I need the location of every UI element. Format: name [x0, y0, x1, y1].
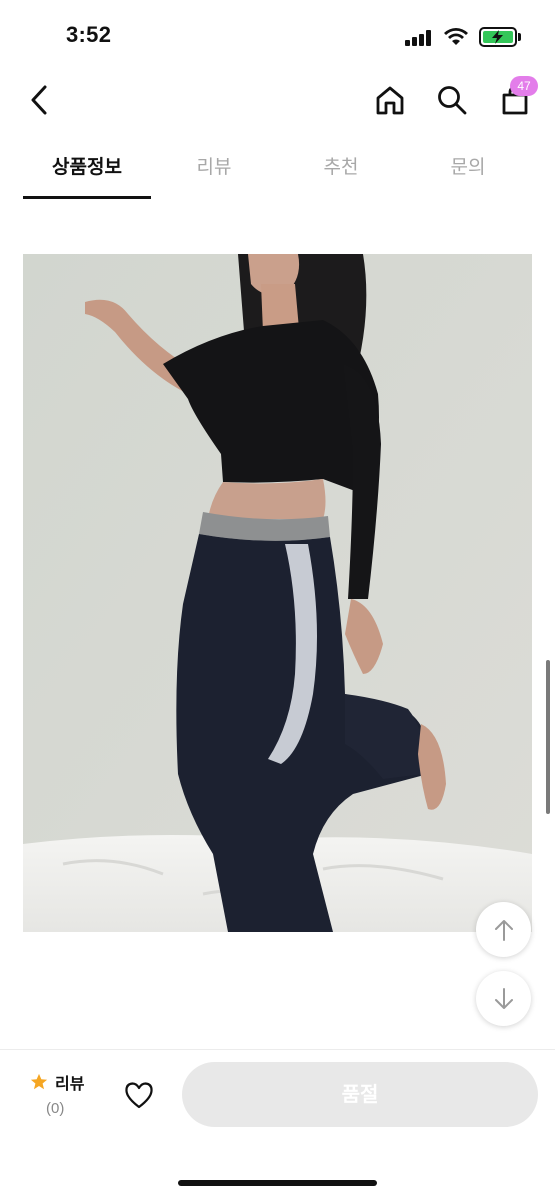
product-tabs: 상품정보 리뷰 추천 문의: [0, 140, 555, 200]
arrow-up-icon: [494, 919, 513, 941]
home-indicator[interactable]: [178, 1180, 377, 1186]
search-icon: [438, 86, 467, 115]
wishlist-button[interactable]: [120, 1076, 158, 1114]
arrow-down-icon: [494, 987, 513, 1009]
cellular-signal-icon: [405, 30, 433, 46]
battery-cap: [518, 33, 521, 41]
back-button[interactable]: [19, 80, 59, 120]
tab-recommend[interactable]: 추천: [277, 152, 405, 179]
page-scrollbar[interactable]: [546, 660, 550, 814]
battery-charging-icon: [479, 27, 517, 47]
soldout-button[interactable]: 품절: [182, 1062, 538, 1127]
back-chevron-icon: [31, 85, 47, 115]
home-button[interactable]: [370, 80, 410, 120]
tab-product-info[interactable]: 상품정보: [23, 152, 151, 179]
status-time: 3:52: [66, 22, 112, 47]
review-count: (0): [46, 1100, 65, 1117]
cart-count-badge: 47: [510, 76, 538, 96]
star-icon: [30, 1073, 48, 1090]
review-label: 리뷰: [55, 1074, 85, 1093]
status-bar: 3:52: [0, 0, 555, 70]
product-photo: [23, 254, 532, 932]
search-button[interactable]: [432, 80, 472, 120]
home-icon: [376, 86, 404, 115]
scroll-to-bottom-button[interactable]: [476, 971, 531, 1026]
active-tab-indicator: [23, 196, 151, 199]
top-nav: [0, 70, 555, 130]
wifi-icon: [444, 28, 468, 45]
scroll-to-top-button[interactable]: [476, 902, 531, 957]
tab-inquiry[interactable]: 문의: [404, 152, 532, 179]
heart-outline-icon: [125, 1082, 153, 1109]
tab-reviews[interactable]: 리뷰: [150, 152, 278, 179]
